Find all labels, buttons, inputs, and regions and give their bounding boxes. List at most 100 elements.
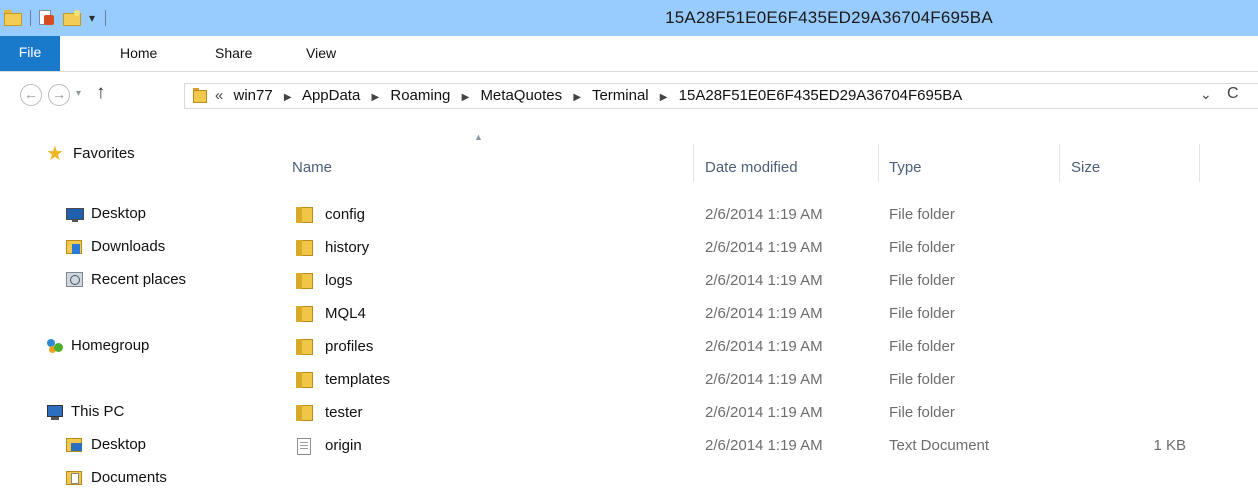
folder-icon [193, 88, 207, 103]
chevron-right-icon[interactable]: ▶ [371, 92, 379, 103]
breadcrumb-item-metaquotes[interactable]: MetaQuotes [480, 87, 562, 104]
nav-this-pc-documents[interactable]: Documents [66, 466, 167, 490]
nav-label: Desktop [91, 205, 147, 222]
table-row[interactable]: templates 2/6/2014 1:19 AM File folder [238, 363, 1258, 396]
navigation-pane: ★ Favorites Desktop Downloads Recent pla… [0, 122, 236, 503]
ribbon-tabs: File Home Share View [0, 36, 1258, 72]
date-modified: 2/6/2014 1:19 AM [705, 239, 823, 256]
file-name: profiles [325, 338, 374, 355]
nav-favorites-recent-places[interactable]: Recent places [66, 268, 186, 292]
column-header-date-modified[interactable]: Date modified [705, 150, 798, 186]
breadcrumb-item-appdata[interactable]: AppData [302, 87, 360, 104]
file-size [1148, 264, 1186, 297]
forward-arrow-icon: → [52, 86, 66, 102]
file-name: logs [325, 272, 353, 289]
back-button[interactable]: ← [20, 84, 42, 106]
date-modified: 2/6/2014 1:19 AM [705, 404, 823, 421]
nav-this-pc[interactable]: This PC [46, 400, 124, 424]
date-modified: 2/6/2014 1:19 AM [705, 206, 823, 223]
folder-icon [296, 339, 313, 355]
column-header-type[interactable]: Type [889, 150, 922, 186]
file-size [1148, 396, 1186, 429]
breadcrumb-item-roaming[interactable]: Roaming [390, 87, 450, 104]
file-type: File folder [889, 371, 955, 388]
table-row[interactable]: profiles 2/6/2014 1:19 AM File folder [238, 330, 1258, 363]
date-modified: 2/6/2014 1:19 AM [705, 338, 823, 355]
column-header-name[interactable]: Name [292, 150, 332, 186]
folder-icon [296, 273, 313, 289]
folder-icon [296, 240, 313, 256]
nav-label: Homegroup [71, 337, 150, 354]
folder-icon [296, 207, 313, 223]
date-modified: 2/6/2014 1:19 AM [705, 272, 823, 289]
table-row[interactable]: history 2/6/2014 1:19 AM File folder [238, 231, 1258, 264]
tab-file[interactable]: File [0, 36, 60, 71]
column-divider[interactable] [1199, 144, 1200, 182]
window-title: 15A28F51E0E6F435ED29A36704F695BA [665, 8, 993, 27]
chevron-right-icon[interactable]: ▶ [284, 92, 292, 103]
navigation-bar: ← → ▾ ↑ « win77 ▶ AppData ▶ Roaming ▶ Me… [0, 72, 1258, 122]
nav-homegroup[interactable]: Homegroup [46, 334, 149, 358]
file-type: File folder [889, 272, 955, 289]
folder-icon [296, 372, 313, 388]
file-name: origin [325, 437, 362, 454]
address-history-dropdown[interactable]: ⌄ [1200, 86, 1212, 103]
file-type: File folder [889, 305, 955, 322]
file-type: File folder [889, 338, 955, 355]
nav-favorites[interactable]: ★ Favorites [46, 142, 135, 166]
documents-icon [66, 470, 84, 486]
file-size: 1 KB [1153, 437, 1186, 454]
tab-home[interactable]: Home [120, 36, 157, 71]
file-type: Text Document [889, 437, 990, 454]
downloads-icon [66, 239, 84, 255]
back-arrow-icon: ← [24, 86, 38, 102]
nav-this-pc-desktop[interactable]: Desktop [66, 433, 146, 457]
table-row[interactable]: MQL4 2/6/2014 1:19 AM File folder [238, 297, 1258, 330]
chevron-right-icon[interactable]: ▶ [462, 92, 470, 103]
recent-locations-dropdown[interactable]: ▾ [76, 88, 81, 99]
date-modified: 2/6/2014 1:19 AM [705, 371, 823, 388]
computer-icon [46, 404, 64, 420]
column-divider[interactable] [1059, 144, 1060, 182]
chevron-right-icon[interactable]: ▶ [573, 92, 581, 103]
folder-icon [296, 405, 313, 421]
refresh-icon[interactable]: C [1227, 85, 1239, 103]
column-divider[interactable] [693, 144, 694, 182]
address-bar[interactable]: « win77 ▶ AppData ▶ Roaming ▶ MetaQuotes… [184, 83, 1258, 109]
nav-label: Documents [91, 469, 167, 486]
nav-label: Favorites [73, 145, 135, 162]
folder-icon [296, 306, 313, 322]
up-button[interactable]: ↑ [96, 82, 106, 104]
breadcrumb-overflow[interactable]: « [215, 87, 223, 104]
forward-button[interactable]: → [48, 84, 70, 106]
breadcrumb-item-terminal[interactable]: Terminal [592, 87, 649, 104]
column-header-size[interactable]: Size [1071, 150, 1100, 186]
file-list: ▲ Name Date modified Type Size config 2/… [238, 122, 1258, 503]
date-modified: 2/6/2014 1:19 AM [705, 305, 823, 322]
table-row[interactable]: tester 2/6/2014 1:19 AM File folder [238, 396, 1258, 429]
file-type: File folder [889, 239, 955, 256]
tab-share[interactable]: Share [215, 36, 252, 71]
tab-view[interactable]: View [306, 36, 336, 71]
nav-label: This PC [71, 403, 125, 420]
file-type: File folder [889, 206, 955, 223]
file-name: tester [325, 404, 363, 421]
column-divider[interactable] [878, 144, 879, 182]
nav-favorites-desktop[interactable]: Desktop [66, 202, 146, 226]
table-row[interactable]: origin 2/6/2014 1:19 AM Text Document 1 … [238, 429, 1258, 462]
desktop-folder-icon [66, 437, 84, 453]
nav-favorites-downloads[interactable]: Downloads [66, 235, 165, 259]
file-size [1148, 330, 1186, 363]
homegroup-icon [46, 338, 64, 354]
table-row[interactable]: logs 2/6/2014 1:19 AM File folder [238, 264, 1258, 297]
title-bar: ▾ 15A28F51E0E6F435ED29A36704F695BA [0, 0, 1258, 36]
chevron-right-icon[interactable]: ▶ [660, 92, 668, 103]
breadcrumb-item-win77[interactable]: win77 [234, 87, 273, 104]
file-size [1148, 297, 1186, 330]
table-row[interactable]: config 2/6/2014 1:19 AM File folder [238, 198, 1258, 231]
file-name: MQL4 [325, 305, 366, 322]
star-icon: ★ [46, 143, 64, 165]
recent-places-icon [66, 272, 84, 288]
text-document-icon [296, 438, 313, 455]
breadcrumb-item-current[interactable]: 15A28F51E0E6F435ED29A36704F695BA [679, 87, 963, 104]
